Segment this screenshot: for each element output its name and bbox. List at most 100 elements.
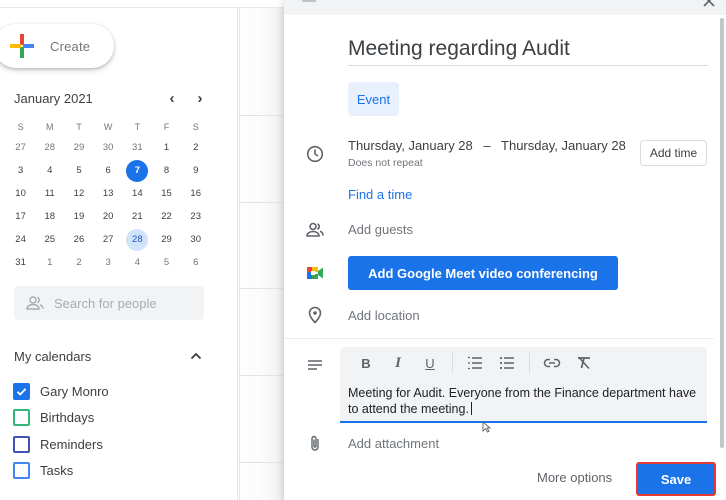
event-title-input[interactable] xyxy=(348,32,708,66)
calendar-item[interactable]: Tasks xyxy=(13,458,109,485)
calendar-item[interactable]: Birthdays xyxy=(13,405,109,432)
add-location-input[interactable]: Add location xyxy=(348,308,420,323)
add-time-button[interactable]: Add time xyxy=(640,140,707,166)
weekday-header: S xyxy=(192,122,199,132)
search-people-input[interactable]: Search for people xyxy=(14,286,204,320)
mini-calendar-day[interactable]: 24 xyxy=(6,228,35,251)
mini-calendar-day[interactable]: 3 xyxy=(94,251,123,274)
description-text[interactable]: Meeting for Audit. Everyone from the Fin… xyxy=(348,385,700,417)
mini-calendar-day[interactable]: 17 xyxy=(6,205,35,228)
checkbox-unchecked[interactable] xyxy=(13,435,30,453)
event-date-range[interactable]: Thursday, January 28 – Thursday, January… xyxy=(348,138,626,153)
clock-icon xyxy=(306,145,324,163)
mini-calendar-day[interactable]: 18 xyxy=(35,205,64,228)
mini-calendar-day-today[interactable]: 7 xyxy=(123,159,152,182)
mini-calendar-day[interactable]: 13 xyxy=(94,182,123,205)
grid-line xyxy=(239,202,285,203)
mini-calendar-day[interactable]: 30 xyxy=(94,136,123,159)
link-button[interactable] xyxy=(536,351,568,375)
numbered-list-button[interactable] xyxy=(459,351,491,375)
italic-button[interactable]: I xyxy=(382,351,414,375)
mini-calendar-day[interactable]: 22 xyxy=(152,205,181,228)
add-guests-input[interactable]: Add guests xyxy=(348,222,413,237)
chevron-up-icon[interactable] xyxy=(188,348,204,364)
bold-button[interactable]: B xyxy=(350,351,382,375)
repeat-selector[interactable]: Does not repeat xyxy=(348,157,423,169)
start-date[interactable]: Thursday, January 28 xyxy=(348,138,473,153)
mini-calendar-day[interactable]: 31 xyxy=(6,251,35,274)
mini-calendar-day[interactable]: 2 xyxy=(64,251,93,274)
drag-handle-icon[interactable] xyxy=(302,0,316,2)
mini-calendar-day[interactable]: 29 xyxy=(64,136,93,159)
mini-calendar-day[interactable]: 15 xyxy=(152,182,181,205)
find-a-time-link[interactable]: Find a time xyxy=(348,187,412,202)
mini-calendar-day[interactable]: 31 xyxy=(123,136,152,159)
calendar-item[interactable]: Reminders xyxy=(13,431,109,458)
mini-calendar-day[interactable]: 27 xyxy=(6,136,35,159)
mini-calendar-day[interactable]: 4 xyxy=(35,159,64,182)
mini-calendar-day[interactable]: 10 xyxy=(6,182,35,205)
mini-calendar-day[interactable]: 8 xyxy=(152,159,181,182)
search-people-placeholder: Search for people xyxy=(54,295,157,311)
mini-calendar-day[interactable]: 26 xyxy=(64,228,93,251)
checkbox-unchecked[interactable] xyxy=(13,409,30,427)
day-number: 18 xyxy=(44,211,56,222)
mini-calendar-day[interactable]: 21 xyxy=(123,205,152,228)
calendar-item[interactable]: Gary Monro xyxy=(13,378,109,405)
mini-calendar-day[interactable]: 27 xyxy=(94,228,123,251)
grid-line xyxy=(239,8,240,500)
grid-line xyxy=(239,375,285,376)
mini-calendar-day[interactable]: 29 xyxy=(152,228,181,251)
chevron-right-icon[interactable]: › xyxy=(186,90,214,107)
mini-calendar-day[interactable]: 5 xyxy=(152,251,181,274)
day-number: 19 xyxy=(73,211,85,222)
mini-calendar-day[interactable]: 9 xyxy=(181,159,210,182)
my-calendars-header[interactable]: My calendars xyxy=(14,348,204,364)
more-options-button[interactable]: More options xyxy=(537,470,612,485)
save-button[interactable]: Save xyxy=(636,462,716,496)
add-google-meet-button[interactable]: Add Google Meet video conferencing xyxy=(348,256,618,290)
mini-calendar-day[interactable]: 2 xyxy=(181,136,210,159)
close-icon[interactable] xyxy=(702,0,716,8)
dialog-scrollbar[interactable] xyxy=(720,18,724,448)
mini-calendar-day[interactable]: 28 xyxy=(35,136,64,159)
checkbox-checked[interactable] xyxy=(13,382,30,400)
mini-calendar-day[interactable]: 14 xyxy=(123,182,152,205)
mini-calendar-day[interactable]: 1 xyxy=(35,251,64,274)
mini-calendar-day[interactable]: 6 xyxy=(94,159,123,182)
chevron-left-icon[interactable]: ‹ xyxy=(158,90,186,107)
weekday-header: M xyxy=(46,122,54,132)
event-type-tab[interactable]: Event xyxy=(348,82,399,116)
underline-button[interactable]: U xyxy=(414,351,446,375)
mini-calendar-day[interactable]: 11 xyxy=(35,182,64,205)
mini-calendar-day[interactable]: 25 xyxy=(35,228,64,251)
mini-calendar-day[interactable]: 23 xyxy=(181,205,210,228)
day-number: 3 xyxy=(105,257,111,268)
checkbox-unchecked[interactable] xyxy=(13,462,30,480)
clear-formatting-icon xyxy=(578,356,590,370)
mini-calendar-day[interactable]: 12 xyxy=(64,182,93,205)
day-number: 6 xyxy=(105,165,111,176)
formatting-toolbar: B I U xyxy=(350,351,600,375)
mini-calendar-day[interactable]: 16 xyxy=(181,182,210,205)
create-button[interactable]: Create xyxy=(0,24,114,68)
clear-formatting-button[interactable] xyxy=(568,351,600,375)
description-editor[interactable]: B I U Meeting for Audit. Everyone from t… xyxy=(340,347,707,423)
add-attachment-button[interactable]: Add attachment xyxy=(348,436,439,451)
mini-calendar-day[interactable]: 4 xyxy=(123,251,152,274)
mini-calendar-day[interactable]: 1 xyxy=(152,136,181,159)
mini-calendar-day[interactable]: 6 xyxy=(181,251,210,274)
mini-calendar-day[interactable]: 19 xyxy=(64,205,93,228)
day-number: 5 xyxy=(163,257,170,268)
day-number: 28 xyxy=(126,228,149,251)
grid-line xyxy=(239,288,285,289)
mini-calendar-day[interactable]: 30 xyxy=(181,228,210,251)
mini-calendar-day[interactable]: 20 xyxy=(94,205,123,228)
calendar-grid-edge xyxy=(239,8,285,500)
bulleted-list-button[interactable] xyxy=(491,351,523,375)
end-date[interactable]: Thursday, January 28 xyxy=(501,138,626,153)
mini-calendar-day-selected[interactable]: 28 xyxy=(123,228,152,251)
dialog-header[interactable] xyxy=(284,0,726,15)
mini-calendar-day[interactable]: 5 xyxy=(64,159,93,182)
mini-calendar-day[interactable]: 3 xyxy=(6,159,35,182)
